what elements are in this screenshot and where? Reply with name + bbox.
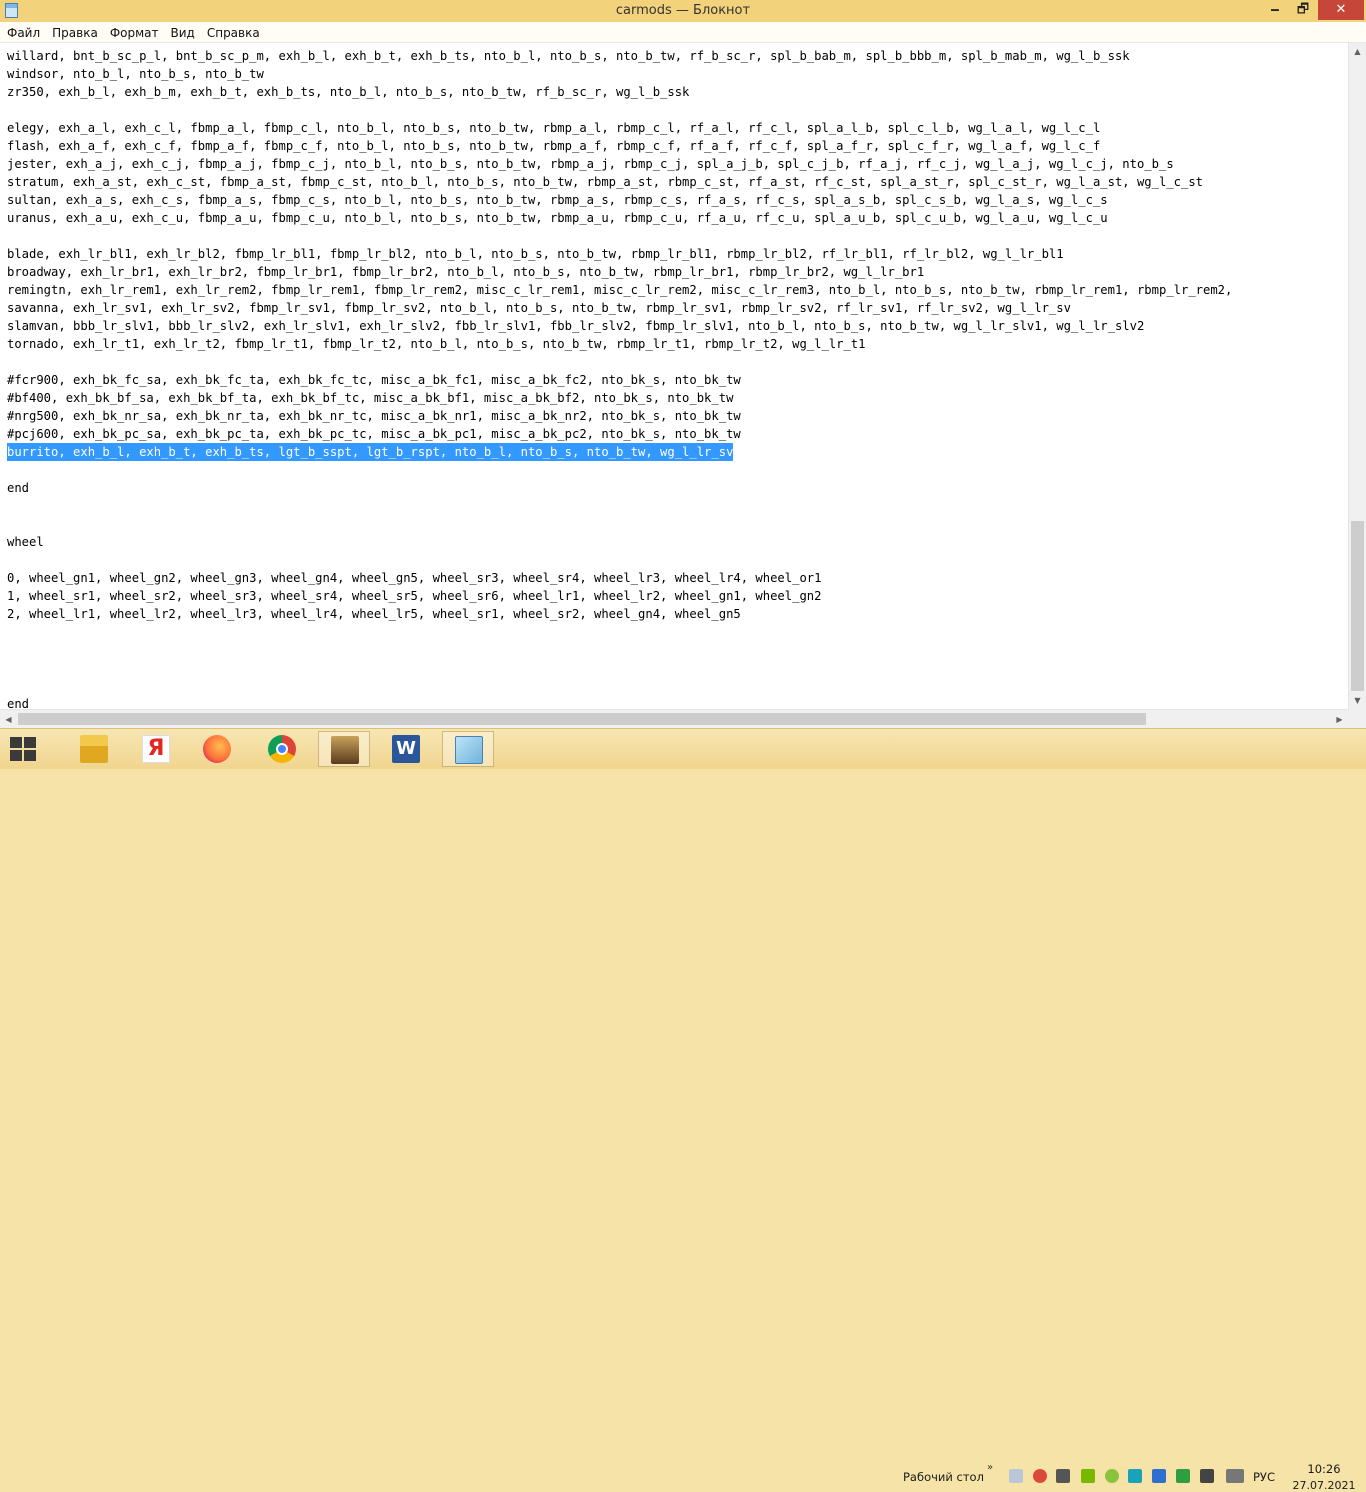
nvidia-icon[interactable] [1081, 1469, 1095, 1483]
text-line[interactable]: sultan, exh_a_s, exh_c_s, fbmp_a_s, fbmp… [7, 191, 1232, 209]
start-button[interactable] [10, 737, 37, 761]
scroll-down-arrow-icon[interactable]: ▼ [1349, 692, 1366, 709]
horizontal-scroll-thumb[interactable] [18, 713, 1146, 725]
text-line[interactable]: jester, exh_a_j, exh_c_j, fbmp_a_j, fbmp… [7, 155, 1232, 173]
text-line[interactable]: #pcj600, exh_bk_pc_sa, exh_bk_pc_ta, exh… [7, 425, 1232, 443]
text-line[interactable]: remingtn, exh_lr_rem1, exh_lr_rem2, fbmp… [7, 281, 1232, 299]
network-cube-icon[interactable] [1009, 1469, 1023, 1483]
text-line[interactable]: broadway, exh_lr_br1, exh_lr_br2, fbmp_l… [7, 263, 1232, 281]
text-line[interactable] [7, 353, 1232, 371]
text-line[interactable]: slamvan, bbb_lr_slv1, bbb_lr_slv2, exh_l… [7, 317, 1232, 335]
clock-time[interactable]: 10:26 [1300, 1462, 1348, 1476]
text-line[interactable]: uranus, exh_a_u, exh_c_u, fbmp_a_u, fbmp… [7, 209, 1232, 227]
text-line[interactable] [7, 641, 1232, 659]
gta-sa-icon[interactable] [318, 731, 370, 767]
menu-format[interactable]: Формат [104, 23, 165, 43]
vertical-scrollbar[interactable]: ▲ ▼ [1348, 43, 1366, 709]
text-line[interactable]: burrito, exh_b_l, exh_b_t, exh_b_ts, lgt… [7, 443, 1232, 461]
word-icon[interactable]: W [380, 731, 432, 767]
menu-view[interactable]: Вид [165, 23, 201, 43]
text-line[interactable]: elegy, exh_a_l, exh_c_l, fbmp_a_l, fbmp_… [7, 119, 1232, 137]
scrollbar-corner [1348, 709, 1366, 728]
battery-icon[interactable] [1226, 1469, 1244, 1483]
selected-text[interactable]: burrito, exh_b_l, exh_b_t, exh_b_ts, lgt… [7, 443, 734, 461]
text-line[interactable]: 0, wheel_gn1, wheel_gn2, wheel_gn3, whee… [7, 569, 1232, 587]
antivirus-icon[interactable] [1128, 1469, 1142, 1483]
notepad-window: carmods — Блокнот 🗕 🗗 ✕ Файл Правка Формат… [0, 0, 1366, 728]
horizontal-scrollbar[interactable]: ◀ ▶ [0, 709, 1348, 728]
text-line[interactable]: flash, exh_a_f, exh_c_f, fbmp_a_f, fbmp_… [7, 137, 1232, 155]
text-line[interactable]: windsor, nto_b_l, nto_b_s, nto_b_tw [7, 65, 1232, 83]
text-line[interactable]: 2, wheel_lr1, wheel_lr2, wheel_lr3, whee… [7, 605, 1232, 623]
minimize-button[interactable]: 🗕 [1262, 0, 1288, 20]
speaker-icon[interactable] [1056, 1469, 1070, 1483]
firefox-icon[interactable] [191, 731, 243, 767]
scroll-up-arrow-icon[interactable]: ▲ [1349, 43, 1366, 60]
text-line[interactable]: willard, bnt_b_sc_p_l, bnt_b_sc_p_m, exh… [7, 47, 1232, 65]
chevron-double-right-icon[interactable]: » [987, 1462, 993, 1473]
notepad-icon[interactable] [442, 731, 494, 767]
text-line[interactable]: wheel [7, 533, 1232, 551]
text-line[interactable] [7, 515, 1232, 533]
text-line[interactable] [7, 227, 1232, 245]
text-line[interactable]: 1, wheel_sr1, wheel_sr2, wheel_sr3, whee… [7, 587, 1232, 605]
chrome-icon[interactable] [256, 731, 308, 767]
menu-file[interactable]: Файл [0, 23, 46, 43]
taskbar: Я W Рабочий стол » РУС 10:26 27.07.2021 [0, 728, 1366, 1492]
update-icon[interactable] [1176, 1469, 1190, 1483]
bluetooth-icon[interactable] [1152, 1469, 1166, 1483]
text-editor-area[interactable]: willard, bnt_b_sc_p_l, bnt_b_sc_p_m, exh… [0, 43, 1348, 709]
text-line[interactable] [7, 623, 1232, 641]
title-bar[interactable]: carmods — Блокнот 🗕 🗗 ✕ [0, 0, 1366, 23]
scroll-left-arrow-icon[interactable]: ◀ [0, 711, 17, 728]
text-line[interactable]: #fcr900, exh_bk_fc_sa, exh_bk_fc_ta, exh… [7, 371, 1232, 389]
text-line[interactable] [7, 461, 1232, 479]
app-tray-icon[interactable] [1105, 1469, 1119, 1483]
text-line[interactable]: end [7, 695, 1232, 709]
text-line[interactable]: stratum, exh_a_st, exh_c_st, fbmp_a_st, … [7, 173, 1232, 191]
text-line[interactable]: savanna, exh_lr_sv1, exh_lr_sv2, fbmp_lr… [7, 299, 1232, 317]
text-line[interactable]: #nrg500, exh_bk_nr_sa, exh_bk_nr_ta, exh… [7, 407, 1232, 425]
text-line[interactable]: blade, exh_lr_bl1, exh_lr_bl2, fbmp_lr_b… [7, 245, 1232, 263]
yandex-browser-icon[interactable]: Я [130, 731, 182, 767]
window-title: carmods — Блокнот [615, 3, 751, 18]
text-line[interactable]: zr350, exh_b_l, exh_b_m, exh_b_t, exh_b_… [7, 83, 1232, 101]
desktop-toolbar-label[interactable]: Рабочий стол [903, 1470, 984, 1484]
text-lines[interactable]: willard, bnt_b_sc_p_l, bnt_b_sc_p_m, exh… [7, 47, 1232, 709]
scroll-right-arrow-icon[interactable]: ▶ [1331, 711, 1348, 728]
menu-help[interactable]: Справка [201, 23, 266, 43]
menu-edit[interactable]: Правка [46, 23, 104, 43]
file-explorer-icon[interactable] [68, 731, 120, 767]
text-line[interactable] [7, 551, 1232, 569]
text-line[interactable] [7, 497, 1232, 515]
text-line[interactable] [7, 677, 1232, 695]
text-line[interactable] [7, 101, 1232, 119]
text-line[interactable] [7, 659, 1232, 677]
vertical-scroll-thumb[interactable] [1351, 521, 1364, 691]
text-line[interactable]: tornado, exh_lr_t1, exh_lr_t2, fbmp_lr_t… [7, 335, 1232, 353]
signal-icon[interactable] [1200, 1469, 1214, 1483]
clock-date[interactable]: 27.07.2021 [1290, 1479, 1358, 1492]
restore-button[interactable]: 🗗 [1290, 0, 1316, 20]
text-line[interactable]: end [7, 479, 1232, 497]
language-indicator[interactable]: РУС [1253, 1470, 1275, 1484]
menu-bar: Файл Правка Формат Вид Справка [0, 22, 1366, 43]
security-shield-icon[interactable] [1033, 1469, 1047, 1483]
close-button[interactable]: ✕ [1318, 0, 1364, 20]
text-line[interactable]: #bf400, exh_bk_bf_sa, exh_bk_bf_ta, exh_… [7, 389, 1232, 407]
